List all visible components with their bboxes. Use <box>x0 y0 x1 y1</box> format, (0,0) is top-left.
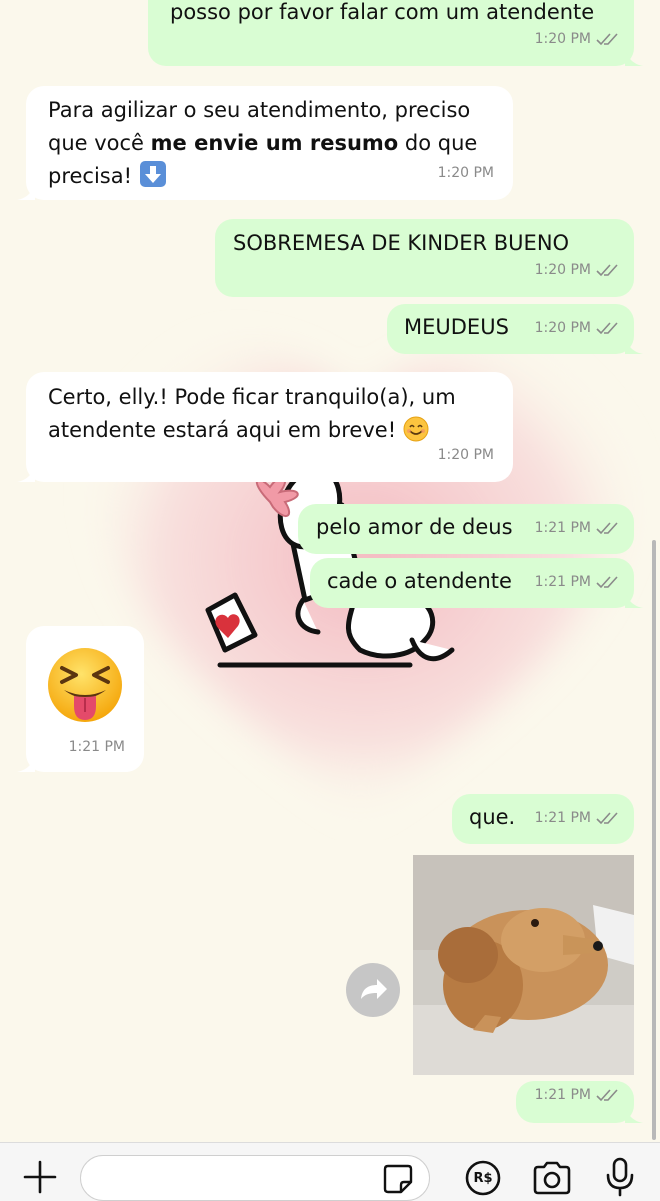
smiling-face-emoji <box>403 416 429 442</box>
message-time: 1:20 PM <box>534 262 591 278</box>
message-meta: 1:20 PM <box>535 254 618 287</box>
attach-button[interactable] <box>18 1155 62 1199</box>
read-ticks-icon <box>596 812 618 825</box>
message-meta: 1:20 PM <box>438 439 494 472</box>
message-time: 1:20 PM <box>437 447 494 463</box>
message-meta: 1:20 PM <box>438 157 494 190</box>
bubble-tail <box>625 48 643 66</box>
message-time: 1:21 PM <box>534 520 591 536</box>
dog-image <box>413 855 634 1075</box>
message-meta: 1:21 PM <box>69 731 125 764</box>
message-time: 1:20 PM <box>534 31 591 47</box>
message-line: Certo, elly.! Pode ficar tranquilo(a), u… <box>48 385 456 409</box>
message-text: Para agilizar o seu atendimento, preciso… <box>48 94 477 193</box>
incoming-emoji-message[interactable]: 1:21 PM <box>17 626 144 772</box>
message-line: atendente estará aqui em breve! <box>48 414 456 447</box>
voice-message-button[interactable] <box>600 1155 640 1199</box>
incoming-message[interactable]: Para agilizar o seu atendimento, preciso… <box>17 86 513 200</box>
read-ticks-icon <box>596 264 618 277</box>
outgoing-message[interactable]: MEUDEUS 1:20 PM <box>387 304 643 354</box>
message-line: que você me envie um resumo do que <box>48 131 478 155</box>
message-input-bar: R$ <box>0 1142 660 1201</box>
bubble-tail <box>17 754 35 772</box>
message-meta: 1:21 PM <box>535 512 618 545</box>
message-time: 1:21 PM <box>534 1087 591 1103</box>
message-text: que. <box>469 805 516 829</box>
read-ticks-icon <box>596 576 618 589</box>
down-arrow-emoji <box>139 161 166 187</box>
chat-area[interactable]: posso por favor falar com um atendente 1… <box>0 0 660 1142</box>
message-line: Para agilizar o seu atendimento, preciso <box>48 98 471 122</box>
camera-icon <box>533 1161 571 1195</box>
message-line: precisa! <box>48 160 477 193</box>
message-time: 1:21 PM <box>534 810 591 826</box>
scrollbar[interactable] <box>652 540 656 1140</box>
bubble-tail <box>17 464 35 482</box>
outgoing-message[interactable]: SOBREMESA DE KINDER BUENO 1:20 PM <box>215 219 634 297</box>
message-text: SOBREMESA DE KINDER BUENO <box>233 231 570 255</box>
message-text: pelo amor de deus <box>316 515 513 539</box>
message-meta: 1:20 PM <box>535 312 618 345</box>
message-meta: 1:20 PM <box>535 23 618 56</box>
sticker-icon <box>383 1164 413 1194</box>
message-time: 1:20 PM <box>534 320 591 336</box>
message-text: posso por favor falar com um atendente <box>170 0 595 24</box>
plus-icon <box>23 1160 57 1194</box>
read-ticks-icon <box>596 322 618 335</box>
sticker-button[interactable] <box>378 1159 418 1199</box>
message-text: Certo, elly.! Pode ficar tranquilo(a), u… <box>48 381 456 447</box>
bubble-tail <box>17 182 35 200</box>
message-time: 1:21 PM <box>534 574 591 590</box>
read-ticks-icon <box>596 1089 618 1102</box>
outgoing-message[interactable]: posso por favor falar com um atendente 1… <box>148 0 643 66</box>
forward-arrow-icon <box>361 979 387 999</box>
outgoing-message[interactable]: pelo amor de deus 1:21 PM <box>298 504 634 554</box>
payment-symbol: R$ <box>473 1170 493 1186</box>
message-time: 1:21 PM <box>68 739 125 755</box>
message-time: 1:20 PM <box>437 165 494 181</box>
read-ticks-icon <box>596 522 618 535</box>
bubble-tail <box>625 590 643 608</box>
squinting-face-with-tongue-emoji <box>48 648 122 722</box>
message-meta: 1:21 PM <box>535 802 618 835</box>
payment-button[interactable]: R$ <box>462 1157 504 1199</box>
message-meta: 1:21 PM <box>535 566 618 599</box>
camera-button[interactable] <box>529 1157 575 1199</box>
outgoing-message[interactable]: cade o atendente 1:21 PM <box>310 558 643 608</box>
bold-text: me envie um resumo <box>150 131 399 155</box>
microphone-icon <box>606 1157 634 1197</box>
bubble-tail <box>625 336 643 354</box>
bubble-tail <box>625 1105 643 1123</box>
dachshund-dog-photo[interactable] <box>413 855 634 1075</box>
outgoing-message[interactable]: que. 1:21 PM <box>452 794 634 844</box>
image-caption-meta[interactable]: 1:21 PM <box>516 1079 643 1123</box>
message-meta: 1:21 PM <box>535 1079 618 1112</box>
forward-button[interactable] <box>346 963 400 1017</box>
message-text: cade o atendente <box>327 569 512 593</box>
read-ticks-icon <box>596 33 618 46</box>
incoming-message[interactable]: Certo, elly.! Pode ficar tranquilo(a), u… <box>17 372 513 482</box>
message-text: MEUDEUS <box>404 315 509 339</box>
